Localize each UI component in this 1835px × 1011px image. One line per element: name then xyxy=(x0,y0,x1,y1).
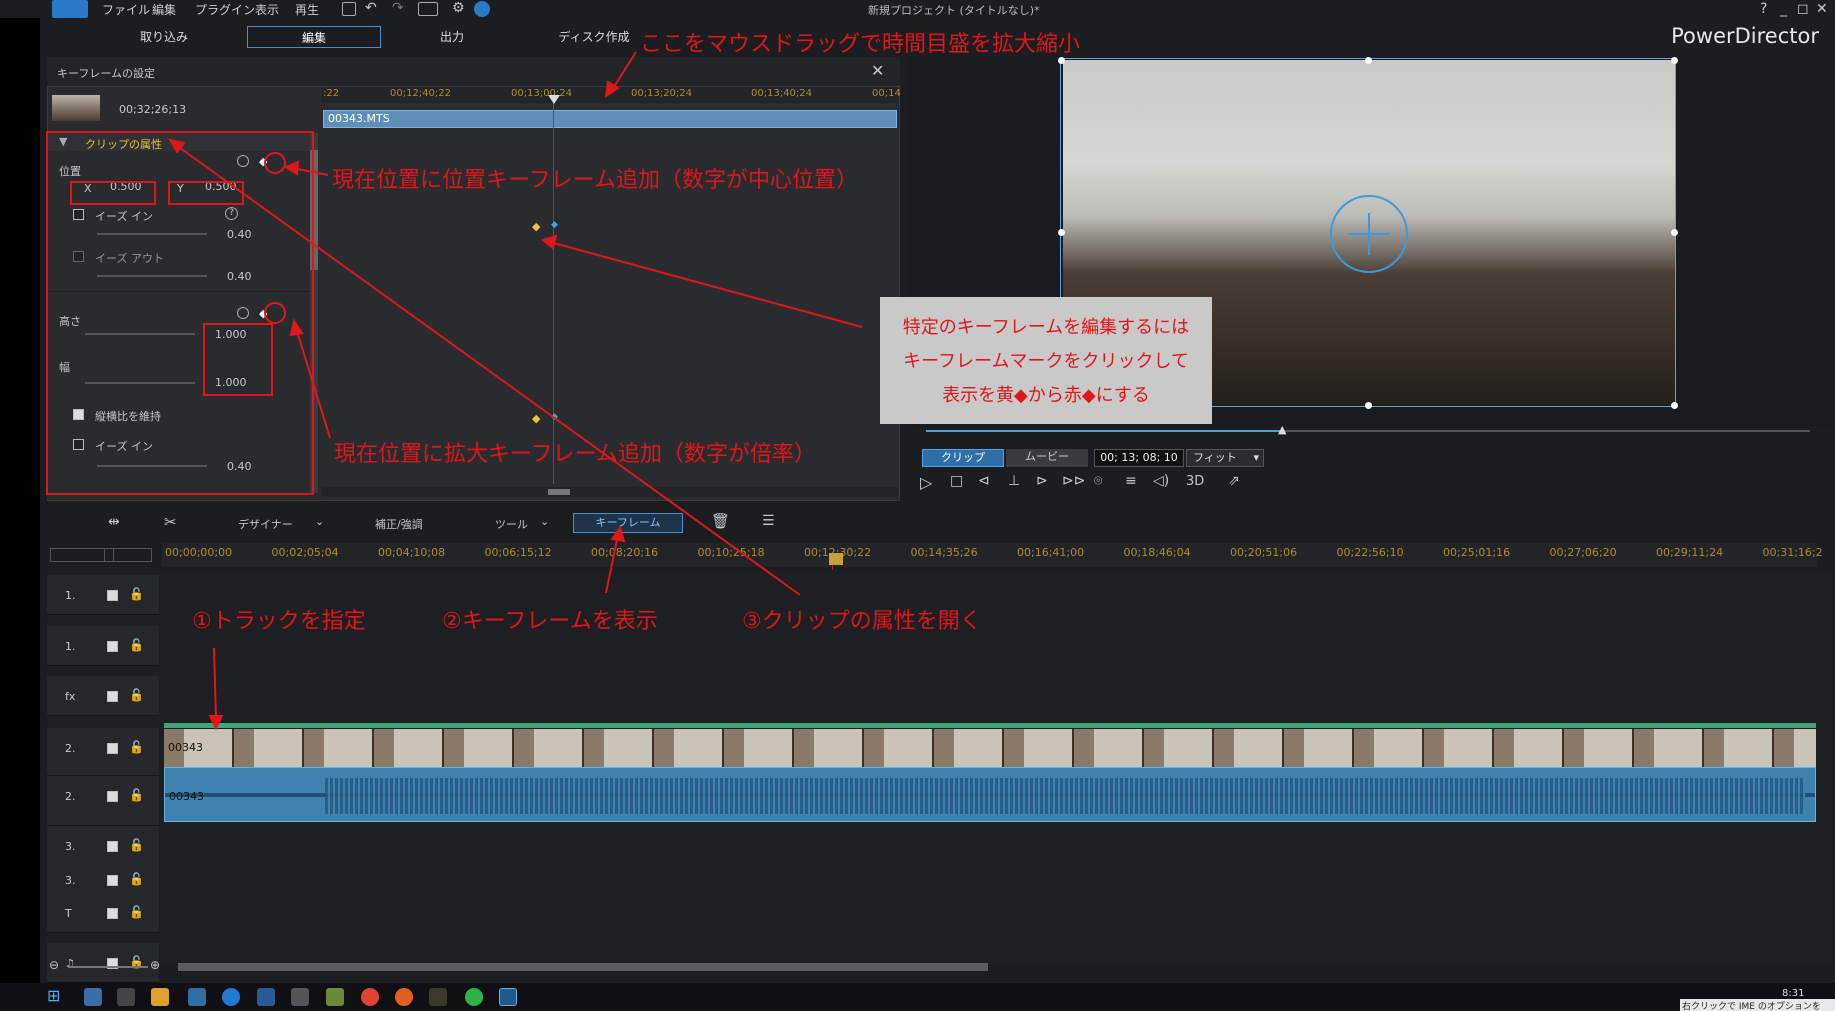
windows-taskbar xyxy=(0,983,1835,1011)
taskbar-app-icon[interactable] xyxy=(326,988,344,1006)
taskbar-app-icon[interactable] xyxy=(117,988,135,1006)
taskbar-line-icon[interactable] xyxy=(465,988,483,1006)
taskbar-clock: 8:31 xyxy=(1782,988,1805,999)
taskbar-folder-icon[interactable] xyxy=(151,988,169,1006)
ime-tooltip: 右クリックで IME のオプションを xyxy=(1680,999,1835,1011)
taskbar-edge-icon[interactable] xyxy=(222,988,240,1006)
taskbar-firefox-icon[interactable] xyxy=(395,988,413,1006)
taskbar-mail-icon[interactable] xyxy=(257,988,275,1006)
taskbar-calculator-icon[interactable] xyxy=(291,988,309,1006)
taskbar-app-icon[interactable] xyxy=(188,988,206,1006)
windows-start-icon[interactable]: ⊞ xyxy=(47,986,60,1005)
taskbar-powerdirector-icon[interactable] xyxy=(499,988,517,1006)
taskbar-app-icon[interactable] xyxy=(84,988,102,1006)
taskbar-app-icon[interactable] xyxy=(429,988,447,1006)
annotation-arrows xyxy=(167,51,863,731)
taskbar-chrome-icon[interactable] xyxy=(361,988,379,1006)
